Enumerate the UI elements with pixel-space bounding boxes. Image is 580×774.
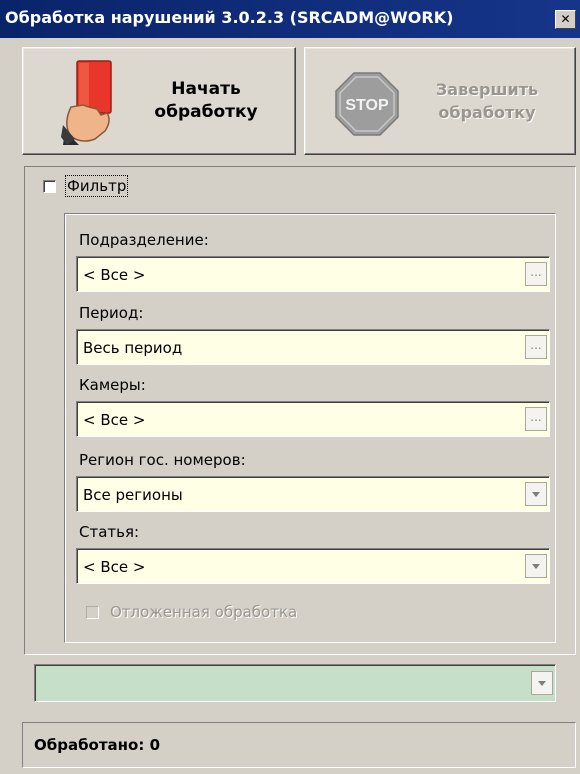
stop-label-line2: обработку [438, 103, 536, 122]
period-label: Период: [79, 304, 144, 322]
cameras-field[interactable]: < Все > ... [76, 401, 550, 437]
window-title: Обработка нарушений 3.0.2.3 (SRCADM@WORK… [5, 8, 454, 27]
status-bar: Обработано: 0 [22, 722, 576, 768]
region-dropdown-arrow-icon[interactable] [525, 482, 547, 506]
region-value: Все регионы [83, 486, 183, 504]
processed-count: Обработано: 0 [34, 736, 161, 754]
cameras-value: < Все > [83, 411, 146, 429]
article-value: < Все > [83, 558, 146, 576]
region-label: Регион гос. номеров: [79, 451, 246, 469]
start-label-line1: Начать [171, 79, 241, 99]
title-bar: Обработка нарушений 3.0.2.3 (SRCADM@WORK… [0, 0, 580, 38]
stop-button-label: Завершить обработку [421, 78, 553, 124]
status-combo[interactable] [34, 664, 556, 702]
period-browse-button[interactable]: ... [525, 335, 547, 359]
department-value: < Все > [83, 266, 146, 284]
stop-label-line1: Завершить [435, 80, 539, 99]
stop-icon-text: STOP [345, 97, 389, 114]
deferred-processing-checkbox[interactable] [86, 606, 99, 619]
start-processing-button[interactable]: Начать обработку [22, 47, 296, 155]
cameras-browse-button[interactable]: ... [525, 407, 547, 431]
filter-checkbox[interactable] [43, 180, 56, 193]
cameras-label: Камеры: [79, 376, 146, 394]
start-button-label: Начать обработку [143, 78, 269, 124]
stop-sign-icon: STOP [335, 72, 399, 136]
region-select[interactable]: Все регионы [76, 476, 550, 512]
close-icon: ✕ [560, 12, 571, 26]
article-label: Статья: [79, 523, 140, 541]
period-value: Весь период [83, 339, 183, 357]
department-label: Подразделение: [79, 231, 209, 249]
deferred-processing-label: Отложенная обработка [110, 603, 298, 621]
start-label-line2: обработку [154, 102, 258, 122]
filter-label[interactable]: Фильтр [64, 175, 129, 197]
status-combo-arrow-icon[interactable] [531, 671, 553, 695]
stop-processing-button[interactable]: STOP Завершить обработку [304, 47, 576, 155]
red-card-hand-icon [61, 60, 112, 145]
period-field[interactable]: Весь период ... [76, 329, 550, 365]
department-field[interactable]: < Все > ... [76, 256, 550, 292]
close-button[interactable]: ✕ [555, 10, 576, 29]
department-browse-button[interactable]: ... [525, 262, 547, 286]
article-dropdown-arrow-icon[interactable] [525, 554, 547, 578]
article-select[interactable]: < Все > [76, 548, 550, 584]
